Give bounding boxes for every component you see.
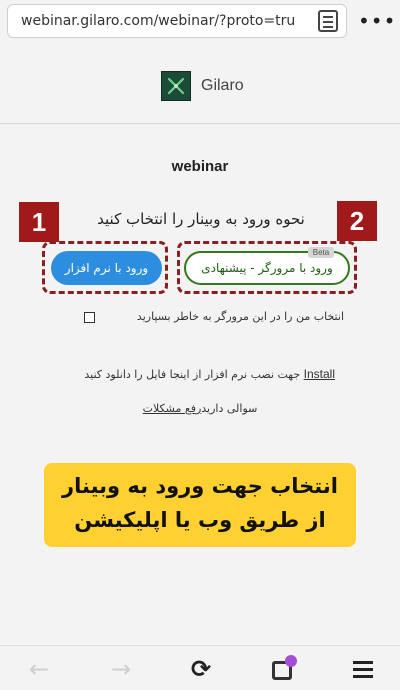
hamburger-menu-icon[interactable]	[346, 652, 380, 686]
url-text[interactable]: webinar.gilaro.com/webinar/?proto=tru	[21, 13, 311, 29]
tabs-icon[interactable]	[266, 652, 300, 686]
callout-text: انتخاب جهت ورود به وبینار از طریق وب یا …	[62, 474, 338, 532]
gilaro-logo-icon	[161, 71, 191, 101]
remember-choice-label[interactable]: انتخاب من را در این مرورگر به خاطر بسپار…	[82, 310, 344, 323]
tabs-notification-dot	[285, 655, 297, 667]
reload-icon[interactable]: ⟳	[184, 652, 218, 686]
install-line: Install جهت نصب نرم افزار از اینجا فایل …	[30, 367, 335, 381]
enter-with-app-button[interactable]: ورود با نرم افزار	[51, 251, 162, 285]
support-line: سوالی داریدرفع مشکلات	[100, 402, 300, 415]
browser-address-bar-area: webinar.gilaro.com/webinar/?proto=tru ••…	[0, 0, 400, 44]
forward-arrow-icon[interactable]: →	[104, 652, 138, 686]
instruction-callout: انتخاب جهت ورود به وبینار از طریق وب یا …	[44, 463, 356, 547]
url-field[interactable]: webinar.gilaro.com/webinar/?proto=tru	[7, 4, 347, 38]
back-arrow-icon[interactable]: ←	[22, 652, 56, 686]
browser-toolbar: ← → ⟳	[0, 645, 400, 690]
support-prefix: سوالی دارید	[201, 402, 258, 415]
more-dots-icon[interactable]: •••	[358, 6, 395, 36]
step-badge-2: 2	[337, 201, 377, 241]
site-header: Gilaro	[0, 44, 400, 124]
page-title: webinar	[171, 158, 229, 175]
install-description: جهت نصب نرم افزار از اینجا فایل را دانلو…	[84, 368, 304, 381]
step-badge-1: 1	[19, 202, 59, 242]
brand-name: Gilaro	[201, 77, 244, 94]
beta-badge: Beta	[308, 247, 334, 258]
entry-question: نحوه ورود به وبینار را انتخاب کنید	[97, 210, 305, 228]
reader-mode-icon[interactable]	[318, 10, 338, 32]
install-link[interactable]: Install	[304, 367, 335, 381]
troubleshoot-link[interactable]: رفع مشکلات	[143, 402, 202, 415]
